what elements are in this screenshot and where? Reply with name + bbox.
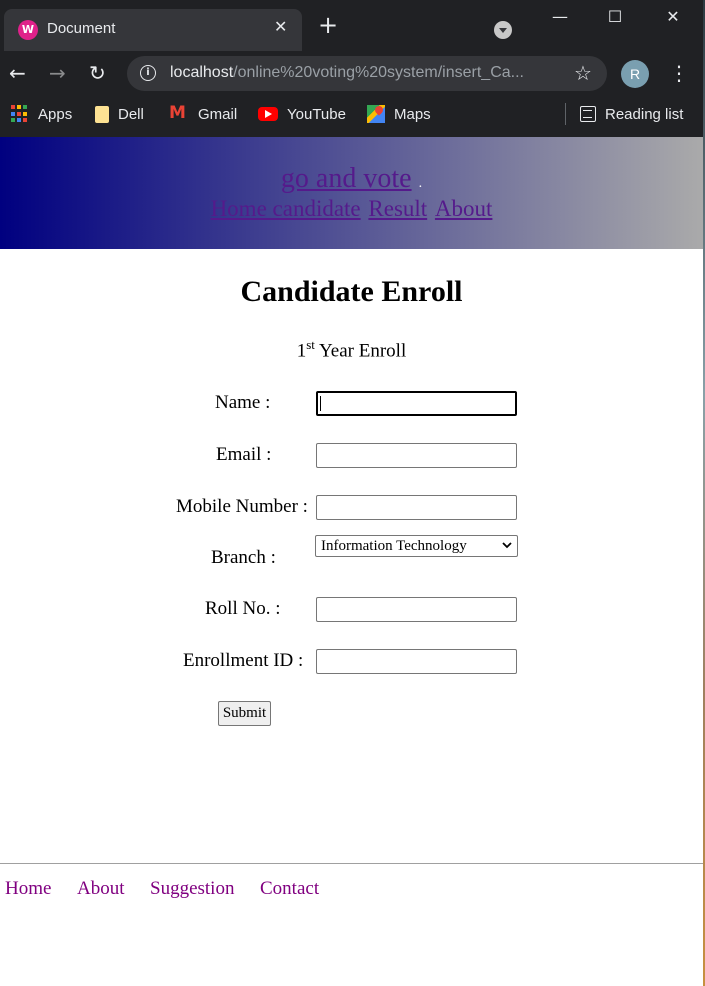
close-tab-icon[interactable]: ✕ bbox=[274, 17, 287, 36]
gmail-icon bbox=[169, 103, 189, 123]
nav-about[interactable]: About bbox=[435, 196, 493, 221]
site-title-dot: . bbox=[418, 176, 423, 191]
browser-tab[interactable]: W Document ✕ bbox=[4, 9, 302, 51]
nav-result[interactable]: Result bbox=[368, 196, 427, 221]
bookmark-star-icon[interactable]: ☆ bbox=[574, 61, 592, 85]
enrollment-label: Enrollment ID : bbox=[183, 650, 304, 671]
bookmark-label: Maps bbox=[394, 105, 431, 123]
branch-label: Branch : bbox=[211, 547, 276, 568]
address-bar[interactable]: i localhost/online%20voting%20system/ins… bbox=[127, 56, 607, 91]
footer-about-link[interactable]: About bbox=[77, 878, 125, 900]
maps-icon bbox=[367, 105, 385, 123]
bookmark-label: Dell bbox=[118, 105, 144, 123]
bookmark-label: Gmail bbox=[198, 105, 238, 123]
site-title-link[interactable]: go and vote bbox=[281, 163, 412, 194]
tab-favicon-icon: W bbox=[18, 20, 38, 40]
submit-button[interactable]: Submit bbox=[218, 701, 271, 726]
back-icon[interactable]: ← bbox=[9, 62, 26, 84]
name-label: Name : bbox=[215, 392, 271, 413]
email-input[interactable] bbox=[316, 443, 517, 468]
name-input[interactable] bbox=[316, 391, 517, 416]
branch-select[interactable]: Information Technology bbox=[315, 535, 518, 557]
site-info-icon[interactable]: i bbox=[140, 65, 156, 81]
subtitle-ordinal: st bbox=[306, 337, 315, 352]
reload-icon[interactable]: ↻ bbox=[89, 62, 106, 84]
subtitle-number: 1 bbox=[296, 340, 307, 362]
reading-list-button[interactable]: Reading list bbox=[580, 102, 683, 126]
forward-icon[interactable]: → bbox=[49, 62, 66, 84]
bookmark-label: YouTube bbox=[287, 105, 346, 123]
close-window-icon[interactable]: ✕ bbox=[650, 5, 696, 29]
url-path: /online%20voting%20system/insert_Ca... bbox=[233, 64, 524, 81]
youtube-icon bbox=[258, 107, 278, 121]
enrollment-input[interactable] bbox=[316, 649, 517, 674]
folder-icon bbox=[95, 105, 109, 123]
email-label: Email : bbox=[216, 444, 272, 465]
footer-contact-link[interactable]: Contact bbox=[260, 878, 319, 900]
site-nav: Home candidate Result About bbox=[0, 196, 703, 222]
bookmark-divider bbox=[565, 103, 566, 125]
mobile-label: Mobile Number : bbox=[176, 496, 308, 517]
new-tab-icon[interactable]: + bbox=[318, 13, 338, 37]
footer-suggestion-link[interactable]: Suggestion bbox=[150, 878, 234, 900]
browser-chrome: W Document ✕ + — ☐ ✕ ← → ↻ i localhost/o… bbox=[0, 0, 703, 137]
bookmark-dell[interactable]: Dell bbox=[95, 102, 144, 126]
reading-list-label: Reading list bbox=[605, 105, 684, 123]
roll-label: Roll No. : bbox=[205, 598, 281, 619]
nav-home-candidate[interactable]: Home candidate bbox=[211, 196, 361, 221]
url-host: localhost bbox=[170, 64, 234, 81]
tab-search-icon[interactable] bbox=[494, 21, 512, 39]
page-title: Candidate Enroll bbox=[240, 275, 463, 308]
bookmark-maps[interactable]: Maps bbox=[367, 102, 431, 126]
minimize-icon[interactable]: — bbox=[537, 5, 583, 29]
text-caret bbox=[320, 396, 321, 411]
bookmark-gmail[interactable]: Gmail bbox=[169, 102, 237, 126]
reading-list-icon bbox=[580, 106, 596, 122]
form-subtitle: 1st Year Enroll bbox=[0, 337, 703, 362]
roll-input[interactable] bbox=[316, 597, 517, 622]
apps-grid-icon bbox=[11, 105, 29, 123]
maximize-icon[interactable]: ☐ bbox=[592, 5, 638, 29]
url-text: localhost/online%20voting%20system/inser… bbox=[170, 64, 524, 82]
mobile-input[interactable] bbox=[316, 495, 517, 520]
bookmark-apps[interactable]: Apps bbox=[11, 102, 72, 126]
bookmark-label: Apps bbox=[38, 105, 73, 123]
chevron-down-icon bbox=[502, 542, 512, 549]
bookmark-youtube[interactable]: YouTube bbox=[258, 102, 346, 126]
browser-menu-icon[interactable]: ⋮ bbox=[669, 61, 689, 85]
footer-divider bbox=[0, 863, 703, 864]
branch-selected-value: Information Technology bbox=[321, 538, 467, 554]
subtitle-text: Year Enroll bbox=[318, 340, 407, 362]
site-banner: go and vote . Home candidate Result Abou… bbox=[0, 137, 703, 249]
site-title: go and vote . bbox=[0, 163, 703, 195]
tab-title: Document bbox=[47, 20, 116, 37]
footer-home-link[interactable]: Home bbox=[5, 878, 51, 900]
profile-avatar[interactable]: R bbox=[621, 60, 649, 88]
